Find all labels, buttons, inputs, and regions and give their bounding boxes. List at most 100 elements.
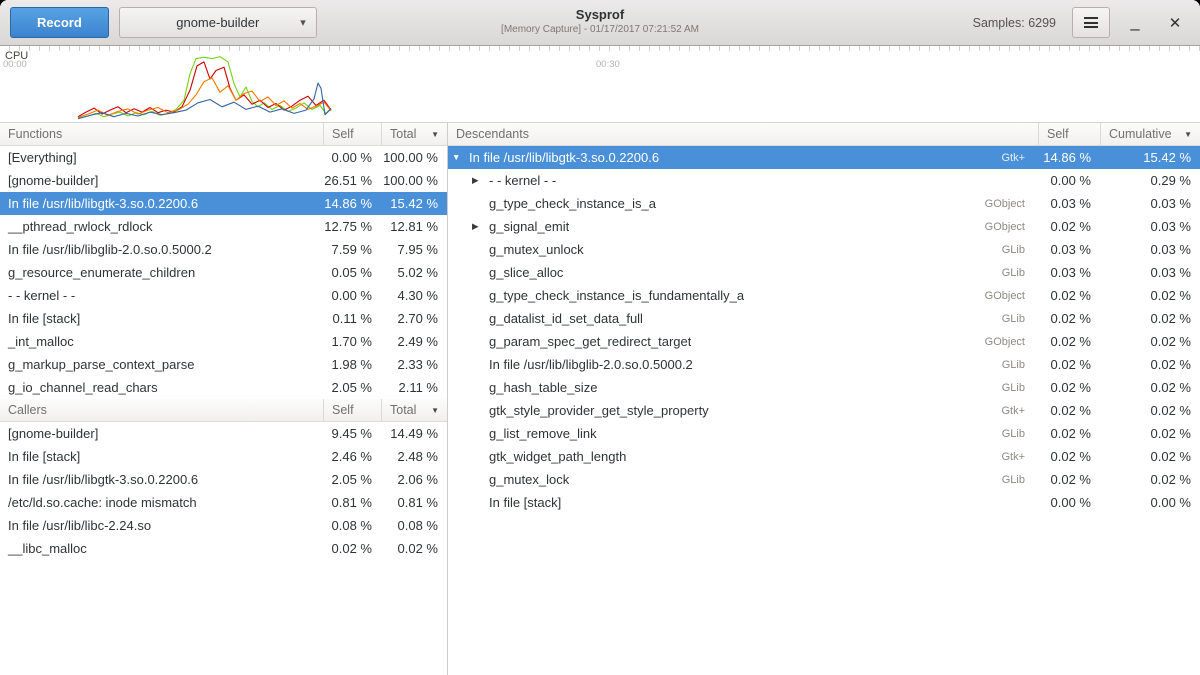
library-badge: GLib [992, 267, 1030, 279]
descendant-row[interactable]: gtk_style_provider_get_style_propertyGtk… [448, 399, 1200, 422]
symbol-name: g_resource_enumerate_children [0, 265, 323, 280]
column-header-callers[interactable]: Callers [0, 399, 323, 421]
column-header-descendants[interactable]: Descendants [448, 123, 1038, 145]
symbol-name: g_mutex_unlock [489, 242, 584, 257]
symbol-name: In file /usr/lib/libglib-2.0.so.0.5000.2 [0, 242, 323, 257]
expander-open-icon[interactable]: ▼ [452, 153, 469, 162]
descendant-row[interactable]: ▶g_signal_emitGObject0.02 %0.03 % [448, 215, 1200, 238]
library-badge: GObject [975, 198, 1030, 210]
caller-row[interactable]: [gnome-builder]9.45 %14.49 % [0, 422, 447, 445]
total-percent: 2.33 % [381, 357, 447, 372]
library-badge: GLib [992, 474, 1030, 486]
symbol-name: [gnome-builder] [0, 173, 323, 188]
column-header-self[interactable]: Self [323, 399, 381, 421]
caller-row[interactable]: __libc_malloc0.02 %0.02 % [0, 537, 447, 560]
close-button[interactable]: ✕ [1160, 8, 1190, 38]
column-header-cumulative[interactable]: Cumulative ▼ [1100, 123, 1200, 145]
descendant-row[interactable]: g_type_check_instance_is_fundamentally_a… [448, 284, 1200, 307]
descendant-row[interactable]: g_mutex_lockGLib0.02 %0.02 % [448, 468, 1200, 491]
self-percent: 0.02 % [1038, 219, 1100, 234]
descendant-row[interactable]: ▶- - kernel - -0.00 %0.29 % [448, 169, 1200, 192]
descendant-name-cell: g_type_check_instance_is_a GObject [448, 196, 1038, 211]
column-header-total-label: Total [390, 127, 416, 141]
symbol-name: - - kernel - - [489, 173, 556, 188]
total-percent: 2.06 % [381, 472, 447, 487]
descendant-row[interactable]: g_mutex_unlockGLib0.03 %0.03 % [448, 238, 1200, 261]
self-percent: 12.75 % [323, 219, 381, 234]
symbol-name: g_datalist_id_set_data_full [489, 311, 643, 326]
function-row[interactable]: [Everything]0.00 %100.00 % [0, 146, 447, 169]
cpu-usage-chart[interactable] [0, 46, 1200, 123]
samples-count: Samples: 6299 [973, 16, 1056, 30]
symbol-name: g_hash_table_size [489, 380, 597, 395]
symbol-name: g_list_remove_link [489, 426, 597, 441]
caller-row[interactable]: In file /usr/lib/libgtk-3.so.0.2200.62.0… [0, 468, 447, 491]
column-header-functions[interactable]: Functions [0, 123, 323, 145]
function-row[interactable]: In file [stack]0.11 %2.70 % [0, 307, 447, 330]
column-header-total[interactable]: Total ▼ [381, 123, 447, 145]
descendant-row[interactable]: In file /usr/lib/libglib-2.0.so.0.5000.2… [448, 353, 1200, 376]
self-percent: 0.02 % [323, 541, 381, 556]
function-row[interactable]: __pthread_rwlock_rdlock12.75 %12.81 % [0, 215, 447, 238]
descendant-row[interactable]: In file [stack]0.00 %0.00 % [448, 491, 1200, 514]
self-percent: 0.02 % [1038, 380, 1100, 395]
headerbar-right: Samples: 6299 – ✕ [973, 7, 1190, 38]
caller-row[interactable]: In file /usr/lib/libc-2.24.so0.08 %0.08 … [0, 514, 447, 537]
self-percent: 0.00 % [1038, 173, 1100, 188]
self-percent: 0.03 % [1038, 196, 1100, 211]
symbol-name: - - kernel - - [0, 288, 323, 303]
expander-closed-icon[interactable]: ▶ [472, 222, 489, 231]
caller-row[interactable]: In file [stack]2.46 %2.48 % [0, 445, 447, 468]
record-button[interactable]: Record [10, 7, 109, 38]
sysprof-window: Record gnome-builder ▾ Sysprof [Memory C… [0, 0, 1200, 675]
descendant-row[interactable]: gtk_widget_path_lengthGtk+0.02 %0.02 % [448, 445, 1200, 468]
symbol-name: In file [stack] [0, 311, 323, 326]
descendant-row[interactable]: g_hash_table_sizeGLib0.02 %0.02 % [448, 376, 1200, 399]
function-row[interactable]: g_io_channel_read_chars2.05 %2.11 % [0, 376, 447, 399]
menu-button[interactable] [1072, 7, 1110, 38]
symbol-name: g_type_check_instance_is_a [489, 196, 656, 211]
column-header-self[interactable]: Self [323, 123, 381, 145]
minimize-button[interactable]: – [1120, 8, 1150, 38]
function-row[interactable]: In file /usr/lib/libgtk-3.so.0.2200.614.… [0, 192, 447, 215]
function-row[interactable]: g_resource_enumerate_children0.05 %5.02 … [0, 261, 447, 284]
symbol-name: g_param_spec_get_redirect_target [489, 334, 691, 349]
self-percent: 0.02 % [1038, 426, 1100, 441]
self-percent: 0.03 % [1038, 265, 1100, 280]
descendant-row[interactable]: g_type_check_instance_is_aGObject0.03 %0… [448, 192, 1200, 215]
function-row[interactable]: In file /usr/lib/libglib-2.0.so.0.5000.2… [0, 238, 447, 261]
function-row[interactable]: [gnome-builder]26.51 %100.00 % [0, 169, 447, 192]
self-percent: 1.98 % [323, 357, 381, 372]
column-header-cumulative-label: Cumulative [1109, 127, 1172, 141]
total-percent: 0.81 % [381, 495, 447, 510]
symbol-name: __libc_malloc [0, 541, 323, 556]
symbol-name: _int_malloc [0, 334, 323, 349]
expander-closed-icon[interactable]: ▶ [472, 176, 489, 185]
column-header-total[interactable]: Total ▼ [381, 399, 447, 421]
functions-pane: Functions Self Total ▼ [Everything]0.00 … [0, 123, 448, 675]
descendant-row[interactable]: ▼In file /usr/lib/libgtk-3.so.0.2200.6Gt… [448, 146, 1200, 169]
column-header-self[interactable]: Self [1038, 123, 1100, 145]
cumulative-percent: 0.02 % [1100, 403, 1200, 418]
self-percent: 0.05 % [323, 265, 381, 280]
descendant-row[interactable]: g_param_spec_get_redirect_targetGObject0… [448, 330, 1200, 353]
function-row[interactable]: g_markup_parse_context_parse1.98 %2.33 % [0, 353, 447, 376]
symbol-name: [Everything] [0, 150, 323, 165]
cpu-timeline[interactable]: CPU 00:00 00:30 [0, 46, 1200, 123]
symbol-name: In file [stack] [0, 449, 323, 464]
descendants-pane: Descendants Self Cumulative ▼ ▼In file /… [448, 123, 1200, 675]
self-percent: 2.05 % [323, 472, 381, 487]
column-header-total-label: Total [390, 403, 416, 417]
descendant-row[interactable]: g_list_remove_linkGLib0.02 %0.02 % [448, 422, 1200, 445]
timeline-tick-mid: 00:30 [596, 59, 620, 70]
function-row[interactable]: _int_malloc1.70 %2.49 % [0, 330, 447, 353]
descendant-row[interactable]: g_slice_allocGLib0.03 %0.03 % [448, 261, 1200, 284]
descendant-row[interactable]: g_datalist_id_set_data_fullGLib0.02 %0.0… [448, 307, 1200, 330]
descendant-name-cell: g_mutex_lockGLib [448, 472, 1038, 487]
process-selector-dropdown[interactable]: gnome-builder ▾ [119, 7, 317, 38]
caller-row[interactable]: /etc/ld.so.cache: inode mismatch0.81 %0.… [0, 491, 447, 514]
cpu-series-cpu-orange [78, 78, 331, 118]
descendant-name-cell: ▼In file /usr/lib/libgtk-3.so.0.2200.6Gt… [448, 150, 1038, 165]
total-percent: 14.49 % [381, 426, 447, 441]
function-row[interactable]: - - kernel - -0.00 %4.30 % [0, 284, 447, 307]
